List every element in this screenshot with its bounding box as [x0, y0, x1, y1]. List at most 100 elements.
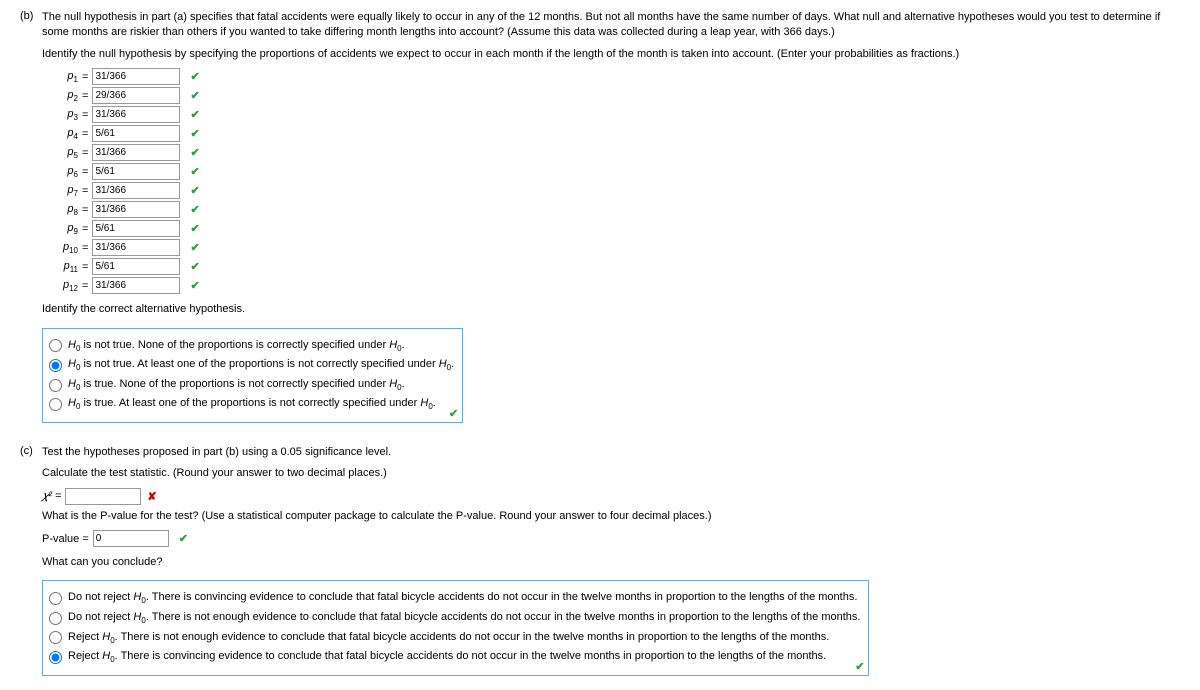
proportion-label: p4 [42, 127, 78, 141]
conclude-option: Reject H0. There is convincing evidence … [49, 649, 860, 666]
conclude-group: Do not reject H0. There is convincing ev… [42, 580, 869, 675]
proportion-input[interactable] [92, 239, 180, 256]
alt-option-label: H0 is true. None of the proportions is n… [68, 377, 405, 394]
equals-sign: = [82, 204, 88, 216]
equals-sign: = [82, 90, 88, 102]
pvalue-prompt: What is the P-value for the test? (Use a… [42, 509, 1180, 524]
proportion-input[interactable] [92, 163, 180, 180]
conclude-radio[interactable] [49, 651, 62, 664]
proportion-row: p11=✔ [42, 258, 1180, 275]
alt-option-label: H0 is not true. At least one of the prop… [68, 357, 454, 374]
part-b: (b) The null hypothesis in part (a) spec… [20, 10, 1180, 423]
proportion-label: p1 [42, 70, 78, 84]
proportion-row: p5=✔ [42, 144, 1180, 161]
equals-sign: = [82, 166, 88, 178]
check-icon: ✔ [190, 222, 199, 235]
alt-radio[interactable] [49, 398, 62, 411]
proportion-label: p7 [42, 184, 78, 198]
alt-options-list: H0 is not true. None of the proportions … [49, 338, 454, 413]
proportion-row: p2 = ✔ [42, 87, 1180, 104]
check-icon: ✔ [190, 184, 199, 197]
proportion-row: p3=✔ [42, 106, 1180, 123]
equals-sign: = [82, 280, 88, 292]
check-icon: ✔ [855, 660, 864, 673]
conclude-option: Reject H0. There is not enough evidence … [49, 630, 860, 647]
proportion-input[interactable] [92, 258, 180, 275]
conclude-option-label: Reject H0. There is not enough evidence … [68, 630, 829, 647]
alt-radio[interactable] [49, 379, 62, 392]
pvalue-input[interactable] [93, 530, 169, 547]
alt-option-label: H0 is not true. None of the proportions … [68, 338, 405, 355]
alt-option-label: H0 is true. At least one of the proporti… [68, 396, 436, 413]
alt-radio[interactable] [49, 359, 62, 372]
proportion-label: p10 [42, 241, 78, 255]
proportion-row: p9 = ✔ [42, 220, 1180, 237]
proportion-row: p4 = ✔ [42, 125, 1180, 142]
alt-option: H0 is not true. None of the proportions … [49, 338, 454, 355]
proportion-input[interactable] [92, 87, 180, 104]
proportion-input[interactable] [92, 277, 180, 294]
check-icon: ✔ [190, 260, 199, 273]
conclude-option-label: Do not reject H0. There is not enough ev… [68, 610, 860, 627]
part-c-calc: Calculate the test statistic. (Round you… [42, 466, 1180, 481]
part-c-content: Test the hypotheses proposed in part (b)… [42, 445, 1180, 676]
proportion-row: p8 = ✔ [42, 201, 1180, 218]
proportion-label: p11 [42, 260, 78, 274]
check-icon: ✔ [190, 146, 199, 159]
alt-hypothesis-group: H0 is not true. None of the proportions … [42, 328, 463, 423]
chi-squared-input[interactable] [65, 488, 141, 505]
equals-sign: = [82, 223, 88, 235]
proportions-list: p1=✔p2=✔p3=✔p4=✔p5=✔p6=✔p7=✔p8=✔p9=✔p10=… [42, 68, 1180, 294]
part-b-label: (b) [20, 10, 42, 22]
conclude-option: Do not reject H0. There is convincing ev… [49, 590, 860, 607]
proportion-input[interactable] [92, 106, 180, 123]
alt-hypothesis-prompt: Identify the correct alternative hypothe… [42, 302, 1180, 317]
part-c-label: (c) [20, 445, 42, 457]
proportion-input[interactable] [92, 68, 180, 85]
proportion-input[interactable] [92, 220, 180, 237]
alt-option: H0 is not true. At least one of the prop… [49, 357, 454, 374]
proportion-label: p3 [42, 108, 78, 122]
equals-sign: = [82, 128, 88, 140]
part-b-intro: The null hypothesis in part (a) specifie… [42, 10, 1180, 41]
conclude-options-list: Do not reject H0. There is convincing ev… [49, 590, 860, 665]
alt-radio[interactable] [49, 339, 62, 352]
proportion-input[interactable] [92, 125, 180, 142]
alt-option: H0 is true. None of the proportions is n… [49, 377, 454, 394]
conclude-radio[interactable] [49, 592, 62, 605]
proportion-row: p6=✔ [42, 163, 1180, 180]
check-icon: ✔ [190, 203, 199, 216]
part-c-intro: Test the hypotheses proposed in part (b)… [42, 445, 1180, 460]
check-icon: ✔ [190, 279, 199, 292]
proportion-label: p5 [42, 146, 78, 160]
check-icon: ✔ [190, 241, 199, 254]
conclude-radio[interactable] [49, 631, 62, 644]
proportion-label: p6 [42, 165, 78, 179]
x-icon: ✘ [147, 490, 156, 503]
proportion-row: p7 = ✔ [42, 182, 1180, 199]
equals-sign: = [82, 242, 88, 254]
proportion-input[interactable] [92, 201, 180, 218]
equals-sign: = [82, 109, 88, 121]
proportion-input[interactable] [92, 182, 180, 199]
check-icon: ✔ [449, 407, 458, 420]
pvalue-label: P-value = [42, 533, 89, 545]
alt-option: H0 is true. At least one of the proporti… [49, 396, 454, 413]
conclude-radio[interactable] [49, 612, 62, 625]
conclude-prompt: What can you conclude? [42, 555, 1180, 570]
check-icon: ✔ [190, 70, 199, 83]
chi-squared-label: 𝜒² = [42, 490, 61, 503]
proportion-input[interactable] [92, 144, 180, 161]
pvalue-row: P-value = ✔ [42, 530, 1180, 547]
equals-sign: = [82, 71, 88, 83]
part-b-content: The null hypothesis in part (a) specifie… [42, 10, 1180, 423]
proportion-label: p8 [42, 203, 78, 217]
proportion-label: p2 [42, 89, 78, 103]
conclude-option: Do not reject H0. There is not enough ev… [49, 610, 860, 627]
part-b-identify: Identify the null hypothesis by specifyi… [42, 47, 1180, 62]
check-icon: ✔ [190, 89, 199, 102]
proportion-label: p9 [42, 222, 78, 236]
equals-sign: = [82, 185, 88, 197]
chi-squared-row: 𝜒² = ✘ [42, 488, 1180, 505]
check-icon: ✔ [190, 127, 199, 140]
